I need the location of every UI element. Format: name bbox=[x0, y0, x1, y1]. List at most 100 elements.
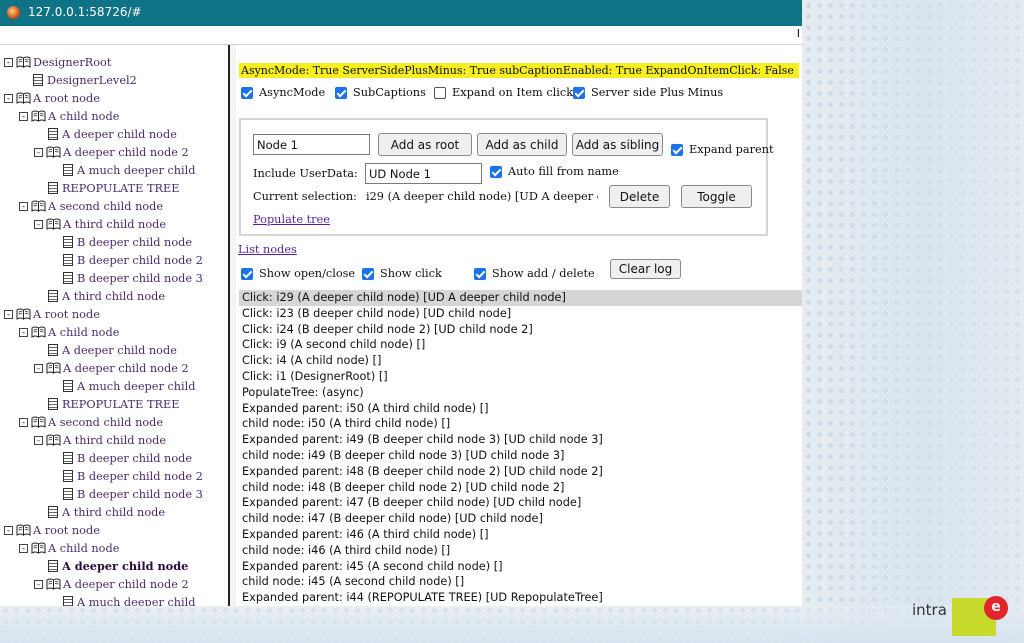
tree-node-label: A deeper child node bbox=[62, 559, 189, 573]
open-book-icon bbox=[46, 578, 61, 590]
clear-log-button[interactable]: Clear log bbox=[610, 259, 681, 279]
background-bottom-strip bbox=[0, 606, 1024, 643]
collapse-toggle-icon[interactable]: - bbox=[4, 93, 13, 103]
tree-leaf-node[interactable]: A much deeper child bbox=[63, 377, 196, 395]
tree-leaf-node[interactable]: REPOPULATE TREE bbox=[48, 179, 180, 197]
log-entry: child node: i47 (B deeper child node) [U… bbox=[242, 512, 543, 526]
collapse-toggle-icon[interactable]: - bbox=[19, 111, 28, 121]
tree-leaf-node[interactable]: B deeper child node 2 bbox=[63, 467, 203, 485]
tree-leaf-node[interactable]: REPOPULATE TREE bbox=[48, 395, 180, 413]
tree-node-label: A third child node bbox=[63, 433, 167, 447]
tree-folder-node[interactable]: - A root node bbox=[4, 521, 100, 539]
document-page-icon bbox=[48, 560, 58, 572]
show-click-label: Show click bbox=[380, 267, 442, 280]
document-page-icon bbox=[48, 506, 58, 518]
tree-folder-node[interactable]: - A child node bbox=[19, 323, 119, 341]
tree-folder-node[interactable]: - A root node bbox=[4, 305, 100, 323]
delete-button[interactable]: Delete bbox=[609, 185, 670, 208]
tree-folder-node[interactable]: - A child node bbox=[19, 107, 119, 125]
collapse-toggle-icon[interactable]: - bbox=[19, 327, 28, 337]
tree-node-label: B deeper child node bbox=[77, 235, 193, 249]
checkbox-checked-icon bbox=[474, 267, 486, 280]
collapse-toggle-icon[interactable]: - bbox=[4, 57, 13, 67]
open-book-icon bbox=[31, 416, 46, 428]
document-page-icon bbox=[33, 74, 43, 86]
asyncmode-checkbox[interactable]: AsyncMode bbox=[241, 86, 325, 99]
add-as-root-button[interactable]: Add as root bbox=[378, 133, 472, 156]
tree-folder-node[interactable]: - A third child node bbox=[34, 431, 166, 449]
open-book-icon bbox=[16, 56, 31, 68]
collapse-toggle-icon[interactable]: - bbox=[34, 363, 43, 373]
server-side-plus-minus-checkbox[interactable]: Server side Plus Minus bbox=[573, 86, 723, 99]
tree-leaf-node[interactable]: A much deeper child bbox=[63, 593, 196, 606]
tree-leaf-node[interactable]: B deeper child node 3 bbox=[63, 485, 203, 503]
show-add-delete-checkbox[interactable]: Show add / delete bbox=[474, 267, 595, 280]
show-click-checkbox[interactable]: Show click bbox=[362, 267, 442, 280]
tree-leaf-node[interactable]: A deeper child node bbox=[48, 125, 177, 143]
tree-leaf-node[interactable]: B deeper child node 3 bbox=[63, 269, 203, 287]
add-as-child-button[interactable]: Add as child bbox=[477, 133, 567, 156]
userdata-input[interactable] bbox=[365, 163, 482, 184]
tree-leaf-node[interactable]: A deeper child node bbox=[48, 341, 177, 359]
tree-folder-node[interactable]: - A second child node bbox=[19, 197, 163, 215]
checkbox-checked-icon bbox=[335, 86, 347, 99]
tree-node-label: REPOPULATE TREE bbox=[62, 397, 180, 411]
tree-leaf-node[interactable]: B deeper child node bbox=[63, 233, 192, 251]
checkbox-checked-icon bbox=[362, 267, 374, 280]
subcaptions-checkbox[interactable]: SubCaptions bbox=[335, 86, 426, 99]
show-open-close-checkbox[interactable]: Show open/close bbox=[241, 267, 355, 280]
tree-folder-node[interactable]: - A second child node bbox=[19, 413, 163, 431]
populate-tree-link[interactable]: Populate tree bbox=[253, 213, 330, 226]
expand-on-item-click-label: Expand on Item click bbox=[452, 86, 574, 99]
collapse-toggle-icon[interactable]: - bbox=[34, 435, 43, 445]
tree-folder-node[interactable]: - DesignerRoot bbox=[4, 53, 111, 71]
tree-folder-node[interactable]: - A deeper child node 2 bbox=[34, 359, 189, 377]
expand-parent-checkbox[interactable]: Expand parent bbox=[671, 143, 774, 156]
log-entry: Click: i9 (A second child node) [] bbox=[242, 338, 426, 352]
document-page-icon bbox=[63, 236, 73, 248]
add-as-sibling-button[interactable]: Add as sibling bbox=[572, 133, 663, 156]
tree-leaf-node[interactable]: B deeper child node 2 bbox=[63, 251, 203, 269]
document-page-icon bbox=[63, 254, 73, 266]
tree-node-label: A root node bbox=[33, 91, 100, 105]
expand-on-item-click-checkbox[interactable]: Expand on Item click bbox=[434, 86, 573, 99]
collapse-toggle-icon[interactable]: - bbox=[4, 309, 13, 319]
document-page-icon bbox=[63, 596, 73, 606]
tree-node-label: B deeper child node bbox=[77, 451, 193, 465]
tree-leaf-node[interactable]: A much deeper child bbox=[63, 161, 196, 179]
asyncmode-label: AsyncMode bbox=[259, 86, 326, 99]
collapse-toggle-icon[interactable]: - bbox=[4, 525, 13, 535]
log-entry: child node: i45 (A second child node) [] bbox=[242, 575, 465, 589]
auto-fill-checkbox[interactable]: Auto fill from name bbox=[490, 165, 619, 178]
document-page-icon bbox=[63, 164, 73, 176]
log-entry: child node: i46 (A third child node) [] bbox=[242, 543, 451, 557]
current-selection-value: i29 (A deeper child node) [UD A deeper c… bbox=[366, 190, 598, 203]
tree-leaf-node[interactable]: B deeper child node bbox=[63, 449, 192, 467]
collapse-toggle-icon[interactable]: - bbox=[19, 417, 28, 427]
tree-leaf-node[interactable]: A third child node bbox=[48, 287, 165, 305]
tree-folder-node[interactable]: - A child node bbox=[19, 539, 119, 557]
checkbox-checked-icon bbox=[573, 86, 585, 99]
tree-folder-node[interactable]: - A third child node bbox=[34, 215, 166, 233]
toggle-button[interactable]: Toggle bbox=[681, 185, 752, 208]
tree-folder-node[interactable]: - A root node bbox=[4, 89, 100, 107]
collapse-toggle-icon[interactable]: - bbox=[19, 201, 28, 211]
checkbox-checked-icon bbox=[241, 267, 253, 280]
collapse-toggle-icon[interactable]: - bbox=[19, 543, 28, 553]
log-entry: Click: i1 (DesignerRoot) [] bbox=[242, 369, 388, 383]
tree-leaf-node[interactable]: A deeper child node bbox=[48, 557, 188, 575]
collapse-toggle-icon[interactable]: - bbox=[34, 219, 43, 229]
tree-view-frame[interactable]: - DesignerRoot DesignerLevel2- A root node -… bbox=[0, 45, 230, 606]
list-nodes-link[interactable]: List nodes bbox=[238, 243, 297, 256]
tree-folder-node[interactable]: - A deeper child node 2 bbox=[34, 575, 189, 593]
tree-node-label: B deeper child node 2 bbox=[77, 253, 203, 267]
collapse-toggle-icon[interactable]: - bbox=[34, 579, 43, 589]
tree-leaf-node[interactable]: DesignerLevel2 bbox=[33, 71, 137, 89]
log-entry: Click: i24 (B deeper child node 2) [UD c… bbox=[242, 322, 533, 336]
tree-folder-node[interactable]: - A deeper child node 2 bbox=[34, 143, 189, 161]
document-page-icon bbox=[48, 128, 58, 140]
tree-leaf-node[interactable]: A third child node bbox=[48, 503, 165, 521]
event-log[interactable]: Click: i29 (A deeper child node) [UD A d… bbox=[239, 290, 802, 606]
node-name-input[interactable] bbox=[253, 134, 370, 155]
collapse-toggle-icon[interactable]: - bbox=[34, 147, 43, 157]
